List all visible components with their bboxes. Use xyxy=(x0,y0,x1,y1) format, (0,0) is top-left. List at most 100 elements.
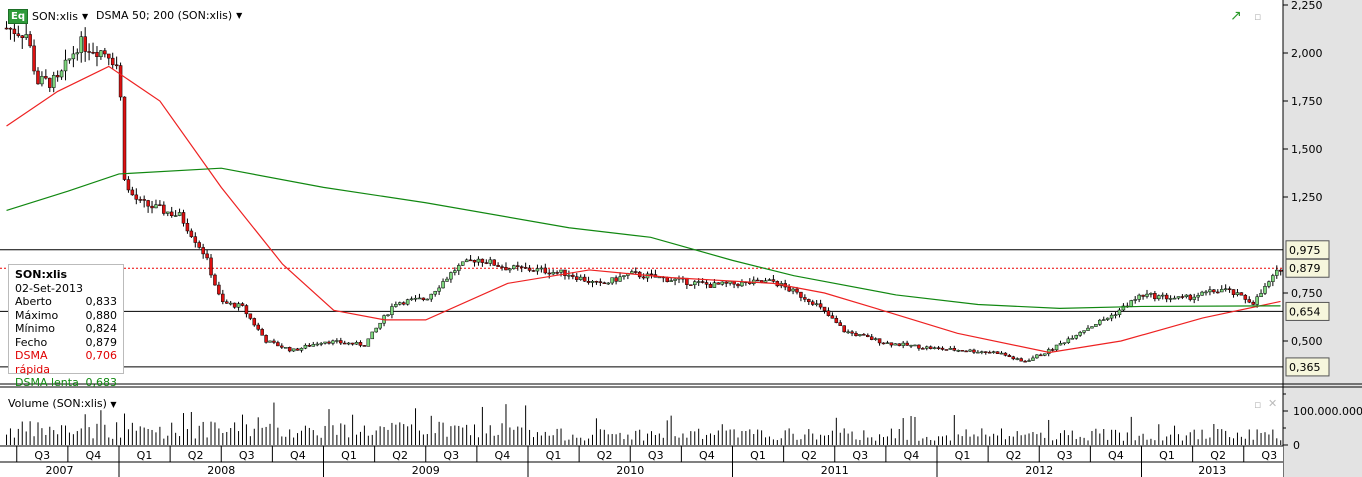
legend-value: 0,824 xyxy=(85,322,118,335)
quarter-label: Q3 xyxy=(34,449,50,462)
candle-body xyxy=(1243,294,1248,300)
candle-body xyxy=(169,211,174,216)
candle-body xyxy=(488,259,492,264)
candle-body xyxy=(987,351,992,354)
candle-body xyxy=(1180,296,1185,298)
candle-body xyxy=(535,268,540,272)
close-icon[interactable]: ✕ xyxy=(1268,397,1277,410)
candle-body xyxy=(40,76,44,85)
candle-body xyxy=(205,253,209,259)
candle-body xyxy=(213,274,217,286)
candle-body xyxy=(673,278,677,281)
candle-body xyxy=(177,212,182,216)
candle-body xyxy=(582,276,587,282)
candle-body xyxy=(8,27,13,30)
candle-body xyxy=(1255,296,1259,305)
candle-body xyxy=(476,258,481,263)
candle-body xyxy=(1160,294,1165,297)
candle-body xyxy=(370,331,375,340)
quarter-label: Q2 xyxy=(801,449,817,462)
quarter-label: Q4 xyxy=(290,449,306,462)
trend-icon[interactable]: ↗ xyxy=(1230,8,1242,24)
candle-body xyxy=(107,53,111,59)
candle-body xyxy=(185,223,190,232)
candle-body xyxy=(134,194,139,200)
candle-body xyxy=(936,347,941,349)
candle-body xyxy=(1011,356,1016,360)
candle-body xyxy=(866,334,870,338)
quarter-label: Q2 xyxy=(597,449,613,462)
candle-body xyxy=(162,204,166,214)
candle-body xyxy=(468,259,473,262)
y-tick-label: 1,250 xyxy=(1291,191,1323,204)
candle-body xyxy=(755,279,760,282)
candle-body xyxy=(1141,294,1145,297)
symbol-selector[interactable]: Eq SON:xlis ▼ xyxy=(8,9,88,24)
candle-body xyxy=(991,351,996,353)
y-tick-label: 1,500 xyxy=(1291,143,1323,156)
candle-body xyxy=(1101,319,1106,321)
year-label: 2007 xyxy=(46,464,74,477)
candle-body xyxy=(634,271,638,273)
candle-body xyxy=(1275,269,1279,276)
maximize-icon[interactable]: ▫ xyxy=(1254,398,1261,411)
candle-body xyxy=(1227,288,1232,290)
candle-body xyxy=(1219,289,1224,293)
candle-body xyxy=(897,343,901,346)
volume-selector[interactable]: Volume (SON:xlis) ▼ xyxy=(8,397,117,410)
candle-body xyxy=(79,36,83,53)
candle-body xyxy=(1251,301,1255,305)
candle-body xyxy=(606,282,610,285)
chevron-down-icon: ▼ xyxy=(236,11,243,20)
quarter-label: Q1 xyxy=(1159,449,1175,462)
candle-body xyxy=(862,334,866,336)
candle-body xyxy=(197,242,201,248)
candle-body xyxy=(158,204,162,206)
candle-body xyxy=(409,298,414,301)
candle-body xyxy=(299,347,304,351)
candle-body xyxy=(1137,294,1141,300)
legend-label: DSMA lenta xyxy=(15,376,79,389)
legend-label: Aberto xyxy=(15,295,52,308)
candle-body xyxy=(331,340,335,344)
indicator-selector[interactable]: DSMA 50; 200 (SON:xlis) ▼ xyxy=(96,9,242,22)
candle-body xyxy=(614,277,618,282)
candle-body xyxy=(692,281,697,286)
candle-body xyxy=(484,262,489,264)
candle-body xyxy=(449,272,453,280)
candle-body xyxy=(91,51,95,54)
candle-body xyxy=(413,297,418,300)
candle-body xyxy=(51,75,56,88)
candle-body xyxy=(150,205,154,209)
candle-body xyxy=(948,348,953,350)
candle-body xyxy=(976,351,980,354)
candle-body xyxy=(944,349,949,351)
candle-body xyxy=(339,340,343,344)
candle-body xyxy=(437,287,441,292)
price-chart[interactable]: 0,975 0,654 0,365 0,879 2,250 2,000 1,750 1,500… xyxy=(0,0,1362,477)
candle-body xyxy=(1003,352,1008,356)
candle-body xyxy=(594,281,599,283)
maximize-icon[interactable]: ▫ xyxy=(1254,10,1261,23)
candle-body xyxy=(551,272,555,275)
quarter-label: Q3 xyxy=(1261,449,1277,462)
candle-body xyxy=(122,96,127,180)
candle-body xyxy=(405,299,410,305)
candle-body xyxy=(1263,286,1267,294)
chevron-down-icon: ▼ xyxy=(110,400,117,409)
y-tick-label: 2,250 xyxy=(1291,0,1323,12)
candle-body xyxy=(201,247,205,255)
candle-body xyxy=(173,215,178,217)
candle-body xyxy=(512,265,516,269)
candle-body xyxy=(917,344,921,349)
candle-body xyxy=(649,273,654,276)
year-label: 2013 xyxy=(1198,464,1226,477)
candle-body xyxy=(842,325,846,333)
candle-body xyxy=(854,332,858,337)
candle-body xyxy=(984,351,988,353)
candle-body xyxy=(36,70,40,85)
candle-body xyxy=(736,283,740,287)
y-tick-label: 0,750 xyxy=(1291,287,1323,300)
last-price-label: 0,879 xyxy=(1289,262,1321,275)
candle-body xyxy=(472,259,477,263)
